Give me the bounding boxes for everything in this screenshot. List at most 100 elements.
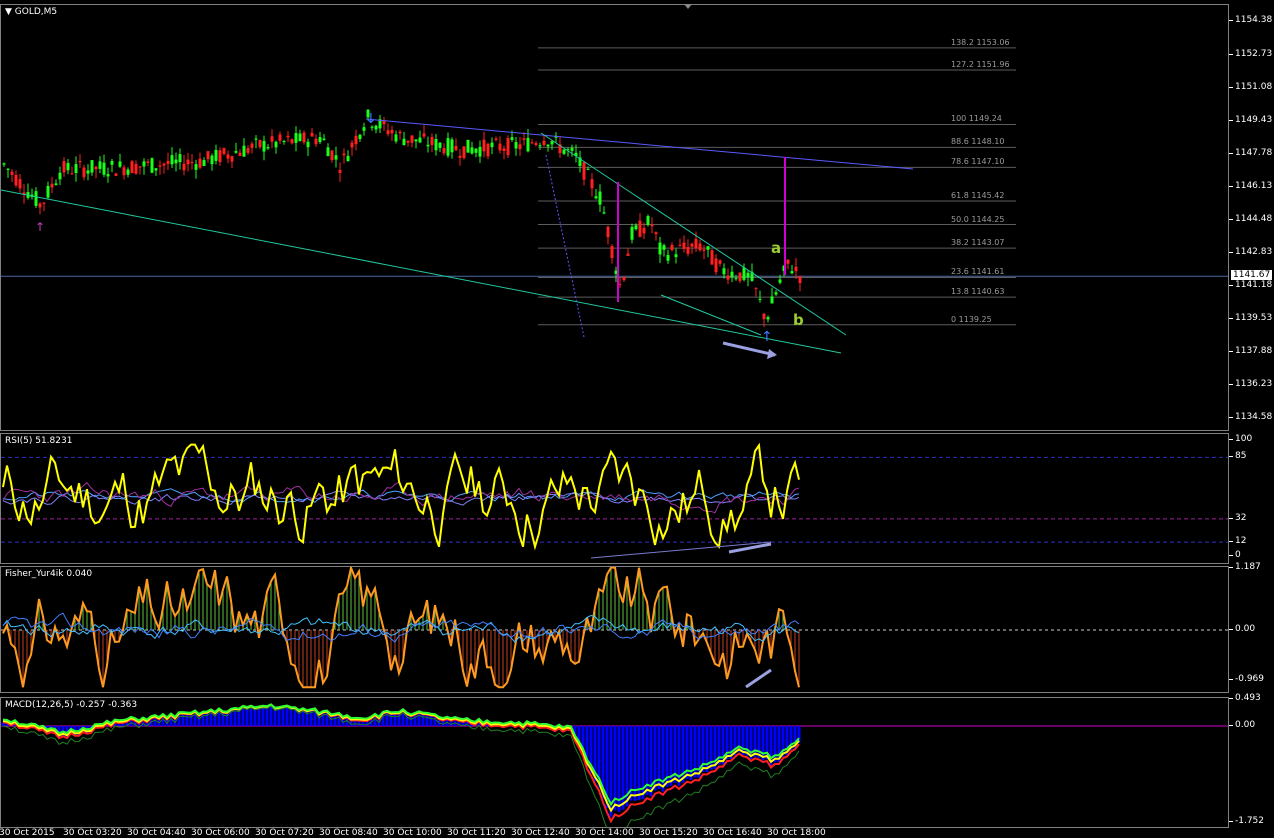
candle-body (182, 163, 186, 171)
time-axis[interactable]: 30 Oct 2015 30 Oct 03:20 30 Oct 04:40 30 Oc… (0, 828, 1229, 838)
time-tick: 30 Oct 15:20 (639, 828, 698, 838)
price-axis[interactable]: 1154.38 1152.73 1151.08 1149.43 1147.78 1146.… (1228, 4, 1274, 431)
candle-body (790, 271, 794, 274)
candle-body (34, 191, 38, 206)
candle-body (546, 144, 550, 147)
candle-body (178, 154, 182, 163)
wave-label-a: a (771, 239, 782, 257)
price-tick: 1137.88 (1228, 346, 1273, 357)
candle-body (526, 137, 530, 152)
rsi-tick: 100 (1228, 434, 1253, 444)
candle-body (562, 149, 566, 154)
candle-body (246, 148, 250, 153)
candle-body (54, 183, 58, 185)
divergence-arrow-head (767, 349, 777, 359)
candle-body (118, 161, 122, 167)
fisher-title: Fisher_Yur4ik 0.040 (5, 569, 93, 579)
candle-body (494, 138, 498, 140)
candle-body (434, 138, 438, 151)
fisher-chart (1, 567, 1228, 689)
candle-body (490, 142, 494, 148)
candle-body (258, 140, 262, 148)
candle-body (670, 244, 674, 251)
candle-body (742, 267, 746, 280)
candle-body (650, 224, 654, 227)
time-tick: 30 Oct 10:00 (383, 828, 442, 838)
symbol-title: ▼ GOLD,M5 (5, 7, 57, 17)
candle-body (754, 287, 758, 289)
candle-body (418, 137, 422, 143)
candle-body (442, 148, 446, 154)
candle-body (622, 277, 626, 281)
fib-level-label: 38.2 1143.07 (951, 238, 1005, 248)
candle-body (410, 135, 414, 143)
candle-body (762, 313, 766, 320)
fisher-axis[interactable]: 1.187 0.00 -0.969 (1228, 562, 1274, 693)
current-price-tag: 1141.67 (1231, 270, 1273, 281)
candle-body (342, 153, 346, 156)
candle-body (714, 258, 718, 273)
candle-body (306, 141, 310, 148)
time-tick: 30 Oct 08:40 (319, 828, 378, 838)
candle-body (462, 146, 466, 159)
candle-body (122, 167, 126, 176)
candle-body (646, 216, 650, 225)
rsi-tick: 12 (1228, 536, 1247, 547)
candle-body (218, 150, 222, 163)
candle-body (414, 139, 418, 142)
candle-body (266, 147, 270, 149)
candle-body (534, 143, 538, 146)
wedge-support-line (660, 294, 762, 336)
falling-channel-line (540, 132, 847, 336)
fisher-pane[interactable]: Fisher_Yur4ik 0.040 (0, 566, 1229, 693)
candle-body (774, 292, 778, 295)
time-tick: 30 Oct 12:40 (511, 828, 570, 838)
fisher-divergence-arrow (745, 668, 772, 689)
rsi-pane[interactable]: RSI(5) 51.8231 (0, 433, 1229, 564)
candle-body (570, 147, 574, 151)
macd-pane[interactable]: MACD(12,26,5) -0.257 -0.363 (0, 697, 1229, 828)
collapse-arrow-icon[interactable]: ▼ (5, 7, 12, 17)
price-tick: 1142.83 (1228, 246, 1273, 257)
symbol-title-text: GOLD,M5 (14, 7, 58, 17)
fib-level-label: 0 1139.25 (951, 314, 992, 324)
candle-body (470, 147, 474, 154)
candle-body (514, 141, 518, 149)
candle-body (606, 226, 610, 238)
fib-level-label: 78.6 1147.10 (951, 157, 1005, 167)
macd-axis[interactable]: 0.493 0.00 -1.752 (1228, 693, 1274, 828)
fisher-tick: -0.969 (1228, 674, 1265, 685)
time-tick: 30 Oct 04:40 (127, 828, 186, 838)
candle-body (234, 151, 238, 153)
candle-body (734, 278, 738, 280)
rsi-axis[interactable]: 100 85 32 12 0 (1228, 433, 1274, 564)
price-chart-pane[interactable]: ↓↑↑ ▼ GOLD,M5 161.8 1155.41138.2 1153.06… (0, 4, 1229, 431)
candle-body (746, 272, 750, 278)
time-tick: 30 Oct 16:40 (703, 828, 762, 838)
macd-tick: 0.00 (1228, 720, 1256, 730)
candle-body (274, 141, 278, 148)
candle-body (166, 160, 170, 164)
candle-body (154, 168, 158, 171)
candle-body (170, 155, 174, 165)
candle-body (486, 143, 490, 157)
candle-body (238, 152, 242, 156)
candle-body (198, 158, 202, 168)
candle-body (278, 134, 282, 141)
candle-body (538, 145, 542, 147)
candle-body (542, 140, 546, 146)
candle-body (446, 138, 450, 156)
candle-body (290, 139, 294, 144)
candle-body (398, 131, 402, 134)
candle-body (694, 238, 698, 249)
up-fractal-arrow-icon: ↑ (761, 329, 773, 345)
candle-body (466, 139, 470, 153)
candle-body (254, 138, 258, 140)
candle-body (46, 185, 50, 198)
candle-body (190, 162, 194, 164)
time-tick: 30 Oct 07:20 (255, 828, 314, 838)
candle-body (794, 266, 798, 272)
up-arrow-marker-icon: ↑ (35, 220, 45, 234)
chart-shift-marker-icon[interactable] (684, 4, 692, 9)
candle-body (262, 140, 266, 152)
